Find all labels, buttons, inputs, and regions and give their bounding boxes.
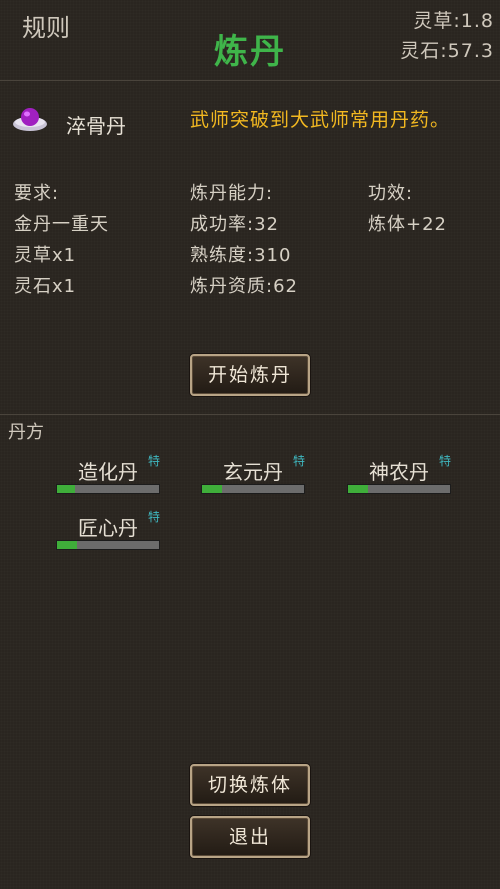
ability-header: 炼丹能力: xyxy=(190,183,274,204)
ability-column: 炼丹能力: 成功率:32 熟练度:310 炼丹资质:62 xyxy=(190,178,298,302)
recipe-item[interactable]: 匠心丹 特 xyxy=(56,510,160,552)
recipe-progress-bar xyxy=(56,540,160,550)
recipe-progress-fill xyxy=(348,485,369,493)
pill-bowl-icon xyxy=(13,108,47,131)
recipe-item[interactable]: 造化丹 特 xyxy=(56,454,160,496)
recipes-label: 丹方 xyxy=(8,422,44,443)
resource-stone: 灵石:57.3 xyxy=(400,40,494,62)
pill-name: 淬骨丹 xyxy=(66,114,126,138)
recipe-name: 匠心丹 xyxy=(78,516,138,540)
recipe-item[interactable]: 玄元丹 特 xyxy=(201,454,305,496)
requirement-item: 灵石x1 xyxy=(14,276,77,297)
pill-description: 武师突破到大武师常用丹药。 xyxy=(190,109,451,131)
requirement-item: 灵草x1 xyxy=(14,245,77,266)
recipe-name: 造化丹 xyxy=(78,460,138,484)
recipe-name: 神农丹 xyxy=(369,460,429,484)
exit-button[interactable]: 退出 xyxy=(190,816,310,858)
recipe-tag: 特 xyxy=(292,454,305,468)
recipe-tag: 特 xyxy=(438,454,451,468)
effect-header: 功效: xyxy=(368,183,414,204)
recipe-progress-bar xyxy=(201,484,305,494)
requirements-column: 要求: 金丹一重天 灵草x1 灵石x1 xyxy=(14,178,109,302)
requirement-item: 金丹一重天 xyxy=(14,214,109,235)
recipe-item[interactable]: 神农丹 特 xyxy=(347,454,451,496)
resource-herb: 灵草:1.8 xyxy=(413,10,494,32)
recipe-progress-bar xyxy=(347,484,451,494)
effect-item: 炼体+22 xyxy=(368,214,447,235)
recipe-progress-fill xyxy=(57,541,78,549)
ability-aptitude: 炼丹资质:62 xyxy=(190,276,298,297)
ability-proficiency: 熟练度:310 xyxy=(190,245,292,266)
section-divider xyxy=(0,414,500,415)
switch-body-refining-button[interactable]: 切换炼体 xyxy=(190,764,310,806)
recipe-name: 玄元丹 xyxy=(223,460,283,484)
effect-column: 功效: 炼体+22 xyxy=(368,178,447,240)
ability-success-rate: 成功率:32 xyxy=(190,214,279,235)
recipe-tag: 特 xyxy=(147,510,160,524)
recipe-progress-fill xyxy=(57,485,76,493)
recipe-progress-bar xyxy=(56,484,160,494)
requirements-header: 要求: xyxy=(14,183,60,204)
start-alchemy-button[interactable]: 开始炼丹 xyxy=(190,354,310,396)
recipe-tag: 特 xyxy=(147,454,160,468)
recipe-progress-fill xyxy=(202,485,223,493)
